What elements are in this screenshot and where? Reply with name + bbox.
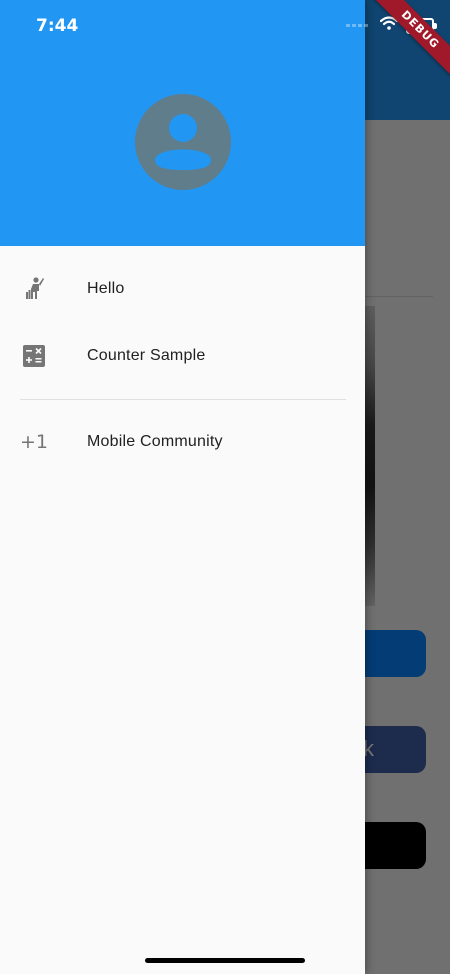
drawer-header: [0, 0, 365, 246]
drawer-item-label: Mobile Community: [87, 433, 223, 450]
drawer-item-label: Hello: [87, 280, 125, 297]
home-indicator[interactable]: [145, 958, 305, 963]
status-time: 7:44: [36, 16, 79, 36]
navigation-drawer: Hello Counter Sample +1 Mobile Community: [0, 0, 365, 974]
calculator-icon: [22, 344, 46, 368]
drawer-item-hello[interactable]: Hello: [0, 256, 365, 322]
account-circle-icon: [135, 94, 231, 190]
drawer-divider: [20, 399, 346, 400]
human-greeting-icon: [22, 277, 46, 301]
drawer-item-label: Counter Sample: [87, 347, 206, 364]
plus-one-icon: +1: [20, 431, 49, 453]
cellular-signal-icon: [346, 24, 368, 27]
drawer-item-counter-sample[interactable]: Counter Sample: [0, 323, 365, 389]
drawer-item-mobile-community[interactable]: +1 Mobile Community: [0, 409, 365, 475]
